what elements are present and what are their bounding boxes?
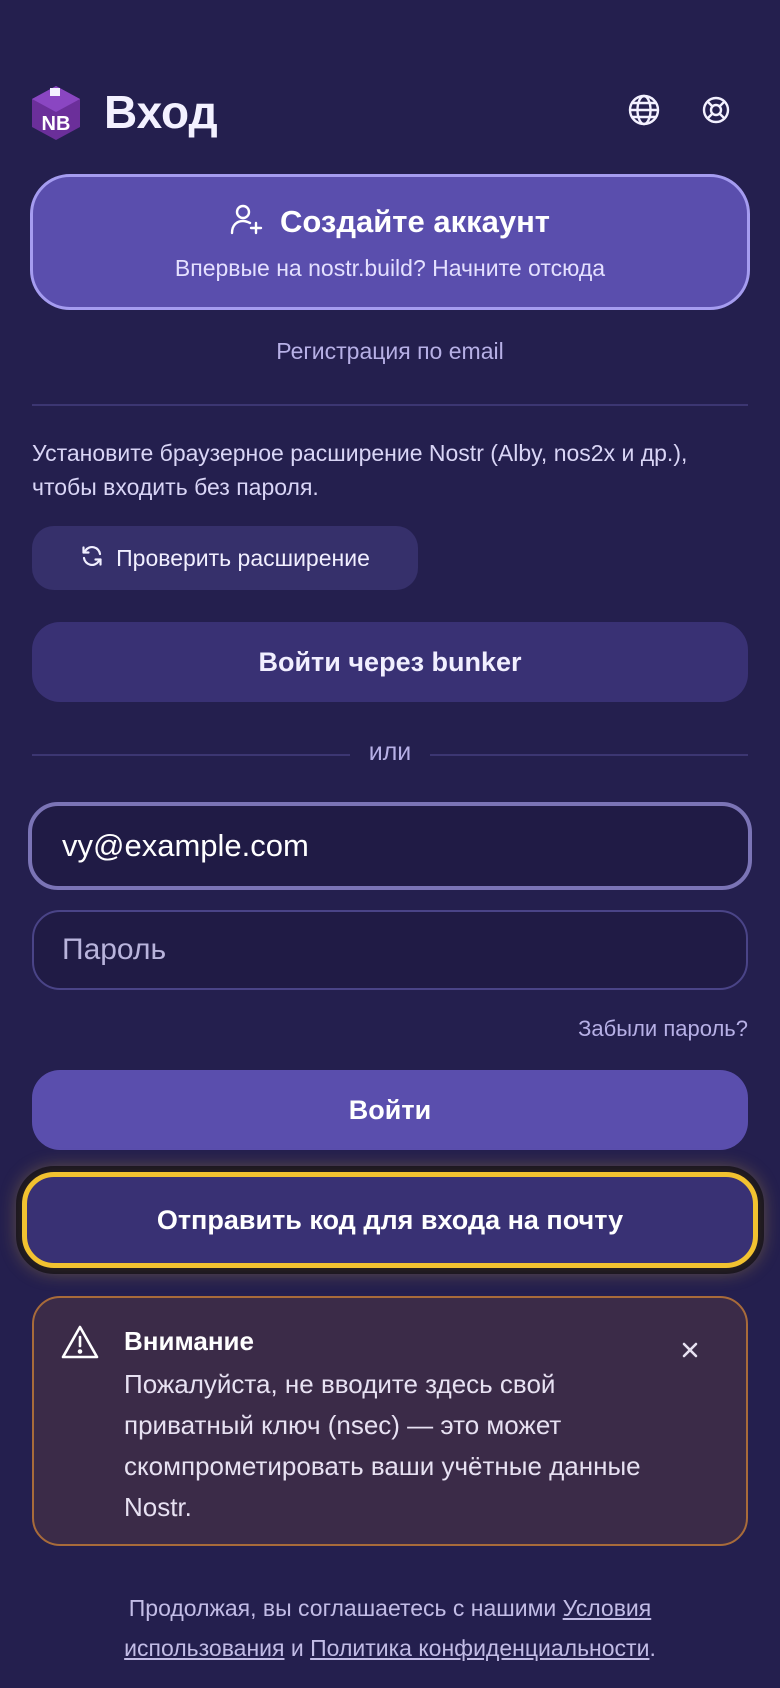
terms-suffix: .	[649, 1635, 656, 1661]
warning-triangle-icon	[60, 1324, 100, 1365]
warning-title: Внимание	[124, 1326, 254, 1356]
warning-alert: Внимание Пожалуйста, не вводите здесь св…	[32, 1296, 748, 1546]
extension-hint: Установите браузерное расширение Nostr (…	[32, 440, 688, 500]
bunker-login-button[interactable]: Войти через bunker	[32, 622, 748, 702]
email-registration-link[interactable]: Регистрация по email	[0, 338, 780, 365]
user-plus-icon	[230, 202, 264, 241]
divider	[32, 404, 748, 406]
or-separator: или	[368, 738, 412, 766]
password-field[interactable]	[32, 910, 748, 990]
privacy-policy-link[interactable]: Политика конфиденциальности	[310, 1635, 649, 1661]
create-account-subtitle: Впервые на nostr.build? Начните отсюда	[174, 255, 606, 281]
login-label: Войти	[348, 1094, 432, 1125]
send-email-code-label: Отправить код для входа на почту	[156, 1204, 624, 1235]
language-button[interactable]	[622, 90, 666, 134]
app-logo: NB	[30, 84, 82, 142]
or-divider-right	[430, 754, 748, 756]
login-button[interactable]: Войти	[32, 1070, 748, 1150]
check-extension-button[interactable]: Проверить расширение	[32, 526, 418, 590]
help-button[interactable]	[694, 90, 738, 134]
or-divider-left	[32, 754, 350, 756]
forgot-password-link[interactable]: Забыли пароль?	[578, 1016, 748, 1042]
page-title: Вход	[104, 86, 218, 138]
globe-icon	[627, 93, 661, 132]
refresh-icon	[80, 544, 104, 573]
warning-text: Пожалуйста, не вводите здесь свой приват…	[124, 1369, 641, 1522]
check-extension-label: Проверить расширение	[116, 544, 370, 571]
create-account-title: Создайте аккаунт	[280, 203, 550, 239]
terms-prefix: Продолжая, вы соглашаетесь с нашими	[128, 1595, 557, 1621]
svg-text:NB: NB	[42, 113, 71, 135]
close-icon[interactable]	[674, 1334, 706, 1366]
terms-and: и	[290, 1635, 304, 1661]
send-email-code-button[interactable]: Отправить код для входа на почту	[22, 1172, 758, 1268]
lifebuoy-icon	[701, 95, 731, 130]
email-field[interactable]	[28, 802, 752, 890]
terms-notice: Продолжая, вы соглашаетесь с нашими Усло…	[60, 1588, 720, 1668]
create-account-button[interactable]: Создайте аккаунт Впервые на nostr.build?…	[30, 174, 750, 310]
bunker-login-label: Войти через bunker	[258, 646, 522, 677]
